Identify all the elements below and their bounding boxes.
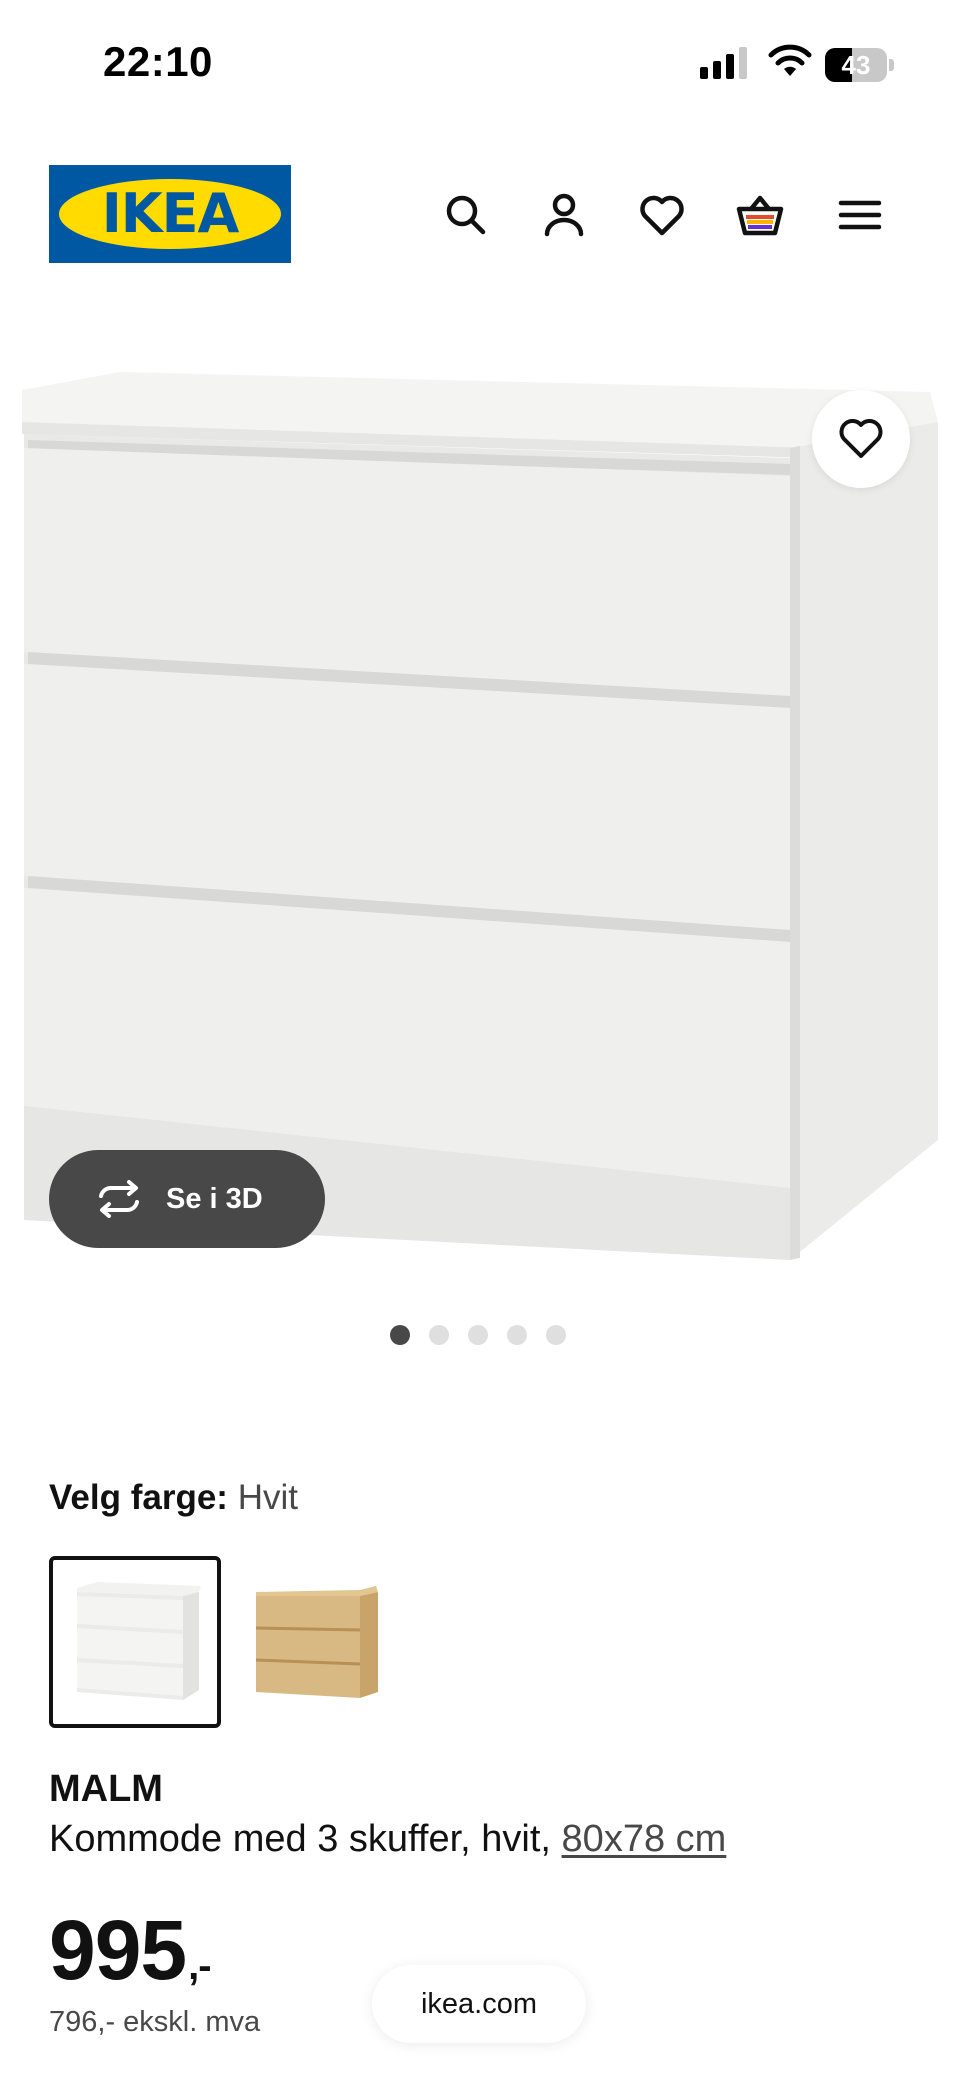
cart-icon[interactable] bbox=[734, 189, 786, 241]
product-image-gallery[interactable] bbox=[0, 330, 960, 1280]
image-pagination bbox=[390, 1325, 590, 1345]
browser-url-bar[interactable]: ikea.com bbox=[372, 1965, 586, 2043]
search-icon[interactable] bbox=[440, 189, 492, 241]
product-name: MALM bbox=[49, 1768, 163, 1810]
cellular-signal-icon bbox=[700, 47, 748, 79]
account-icon[interactable] bbox=[538, 189, 590, 241]
battery-icon: 43 bbox=[825, 48, 894, 82]
site-header: IKEA bbox=[0, 165, 960, 265]
view-in-3d-label: Se i 3D bbox=[166, 1183, 263, 1215]
product-description-text: Kommode med 3 skuffer, hvit, bbox=[49, 1818, 562, 1860]
pagination-dot[interactable] bbox=[429, 1325, 449, 1345]
battery-level: 43 bbox=[841, 50, 871, 80]
price-suffix: ,- bbox=[188, 1944, 211, 1988]
menu-icon[interactable] bbox=[834, 189, 886, 241]
pagination-dot[interactable] bbox=[507, 1325, 527, 1345]
price-excluding-vat: 796,- ekskl. mva bbox=[49, 2006, 261, 2038]
pagination-dot[interactable] bbox=[390, 1325, 410, 1345]
wifi-icon bbox=[768, 44, 812, 78]
pagination-dot[interactable] bbox=[546, 1325, 566, 1345]
status-bar: 22:10 43 bbox=[0, 0, 960, 120]
rotate-3d-icon bbox=[99, 1180, 139, 1218]
product-price: 995,- bbox=[49, 1902, 212, 1999]
product-description: Kommode med 3 skuffer, hvit, 80x78 cm bbox=[49, 1818, 726, 1861]
pagination-dot[interactable] bbox=[468, 1325, 488, 1345]
color-label-prefix: Velg farge: bbox=[49, 1478, 228, 1517]
product-size-link[interactable]: 80x78 cm bbox=[562, 1818, 727, 1860]
heart-icon bbox=[839, 419, 883, 458]
price-main: 995 bbox=[49, 1903, 187, 1997]
selected-color-name: Hvit bbox=[237, 1478, 298, 1517]
product-image bbox=[22, 372, 938, 1260]
color-picker-label: Velg farge: Hvit bbox=[49, 1478, 298, 1518]
wishlist-icon[interactable] bbox=[636, 189, 688, 241]
add-to-wishlist-button[interactable] bbox=[812, 390, 910, 488]
color-swatch-white[interactable] bbox=[49, 1556, 221, 1728]
ikea-logo[interactable]: IKEA bbox=[49, 165, 291, 263]
status-time: 22:10 bbox=[103, 38, 213, 85]
color-swatch-oak[interactable] bbox=[240, 1556, 412, 1728]
view-in-3d-button[interactable]: Se i 3D bbox=[49, 1150, 325, 1248]
logo-text: IKEA bbox=[101, 182, 240, 245]
